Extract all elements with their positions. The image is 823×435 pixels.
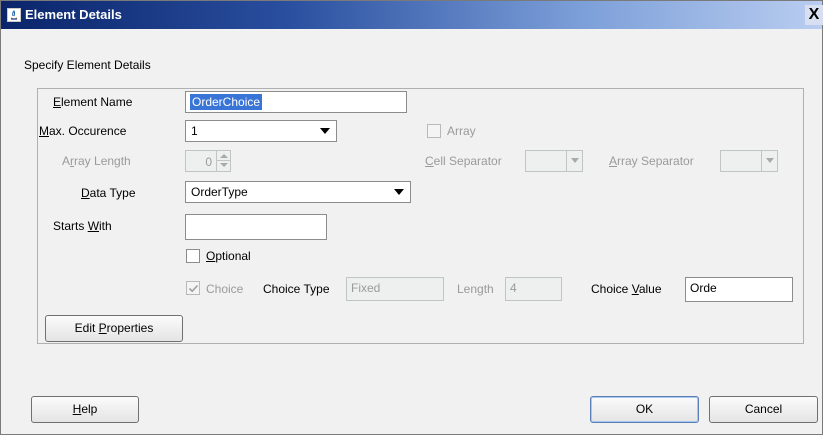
edit-properties-button[interactable]: Edit Properties [45,315,183,342]
cancel-button[interactable]: Cancel [709,396,818,423]
max-occurence-combo[interactable]: 1 [185,120,337,142]
array-length-spinner[interactable]: 0 [185,150,231,172]
window-title: Element Details [25,7,122,22]
spinner-up-icon [220,154,228,158]
array-separator-combo[interactable] [720,150,778,172]
chevron-down-icon [571,158,579,163]
optional-label: Optional [206,249,251,263]
length-label: Length [457,282,494,296]
java-app-icon [7,8,21,22]
array-label: Array [447,124,476,138]
choice-value-input[interactable]: Orde [685,277,793,302]
spinner-down-icon [220,163,228,167]
choice-type-input[interactable]: Fixed [346,277,444,301]
optional-checkbox[interactable] [186,249,200,263]
element-name-label: Element Name [53,95,133,109]
starts-with-label: Starts With [53,219,112,233]
element-details-group [37,88,804,344]
element-name-input[interactable]: OrderChoice [185,91,407,113]
starts-with-input[interactable] [185,214,327,240]
close-button[interactable]: X [805,5,823,25]
element-name-value: OrderChoice [190,94,263,110]
array-length-label: Array Length [62,154,131,168]
checkmark-icon [188,284,199,293]
array-length-value: 0 [205,155,212,169]
choice-type-label: Choice Type [263,282,330,296]
help-button[interactable]: Help [31,396,139,423]
ok-button[interactable]: OK [590,396,699,423]
data-type-value: OrderType [191,185,248,199]
chevron-down-icon [394,189,404,195]
choice-value-label: Choice Value [591,282,662,296]
max-occurence-label: Max. Occurence [39,124,127,138]
spinner-buttons[interactable] [216,151,230,171]
title-bar: Element Details X [1,1,823,29]
array-separator-label: Array Separator [609,154,694,168]
section-title: Specify Element Details [24,58,151,72]
cell-separator-combo[interactable] [525,150,583,172]
data-type-label: Data Type [81,186,136,200]
choice-label: Choice [206,282,244,296]
length-input[interactable]: 4 [505,277,562,301]
choice-checkbox[interactable] [186,281,200,295]
chevron-down-icon [320,128,330,134]
cell-separator-label: Cell Separator [425,154,502,168]
element-details-dialog: Element Details X Specify Element Detail… [0,0,823,435]
chevron-down-icon [766,158,774,163]
array-checkbox[interactable] [427,124,441,138]
max-occurence-value: 1 [191,124,198,138]
data-type-combo[interactable]: OrderType [185,181,411,203]
